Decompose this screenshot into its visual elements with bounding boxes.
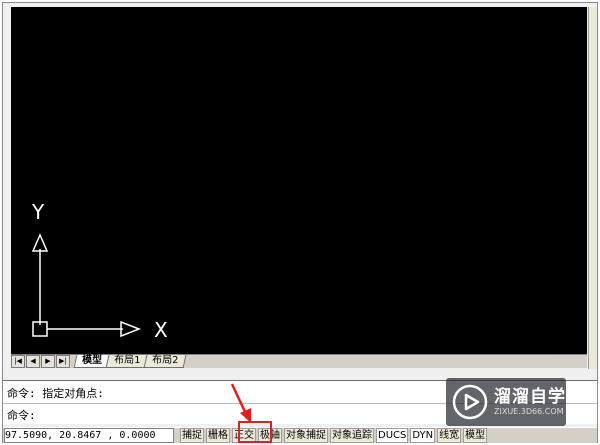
coordinate-readout[interactable]: 97.5090, 20.8467 , 0.0000 [4, 428, 174, 443]
axis-x-label: X [154, 318, 168, 342]
watermark-title: 溜溜自学 [494, 387, 566, 407]
dyn-toggle[interactable]: DYN [410, 428, 436, 443]
next-tab-button[interactable]: ▶ [41, 355, 55, 368]
vertical-scroll-gutter[interactable] [588, 7, 597, 369]
lineweight-toggle[interactable]: 线宽 [437, 428, 462, 443]
cad-window: Y X |◀ ◀ ▶ ▶| 模型 布局1 布局2 命令: 指定对角点: 命令: … [2, 2, 598, 443]
play-logo-icon [452, 384, 488, 420]
tab-layout2[interactable]: 布局2 [143, 355, 188, 368]
tab-bar-fill [186, 355, 587, 368]
last-tab-button[interactable]: ▶| [56, 355, 70, 368]
otrack-toggle[interactable]: 对象追踪 [330, 428, 374, 443]
prev-tab-button[interactable]: ◀ [26, 355, 40, 368]
ortho-highlight-box [238, 421, 272, 443]
watermark: 溜溜自学 ZIXUE.3D66.COM [446, 378, 566, 426]
axis-y-label: Y [31, 200, 45, 224]
model-toggle[interactable]: 模型 [463, 428, 488, 443]
grid-toggle[interactable]: 栅格 [206, 428, 230, 443]
command-prompt[interactable]: 命令: [7, 407, 36, 423]
tab-layout1[interactable]: 布局1 [105, 355, 149, 368]
layout-tab-bar: |◀ ◀ ▶ ▶| 模型 布局1 布局2 [11, 354, 587, 368]
watermark-url: ZIXUE.3D66.COM [494, 407, 564, 416]
first-tab-button[interactable]: |◀ [11, 355, 25, 368]
command-history-line: 命令: 指定对角点: [7, 387, 104, 400]
osnap-toggle[interactable]: 对象捕捉 [284, 428, 328, 443]
ducs-toggle[interactable]: DUCS [376, 428, 409, 443]
snap-toggle[interactable]: 捕捉 [180, 428, 204, 443]
drawing-canvas[interactable]: Y X [11, 7, 587, 357]
ucs-icon: Y X [31, 200, 168, 342]
status-bar: 97.5090, 20.8467 , 0.0000 捕捉 栅格 正交 极轴 对象… [3, 427, 597, 443]
red-arrow-icon [230, 383, 251, 423]
